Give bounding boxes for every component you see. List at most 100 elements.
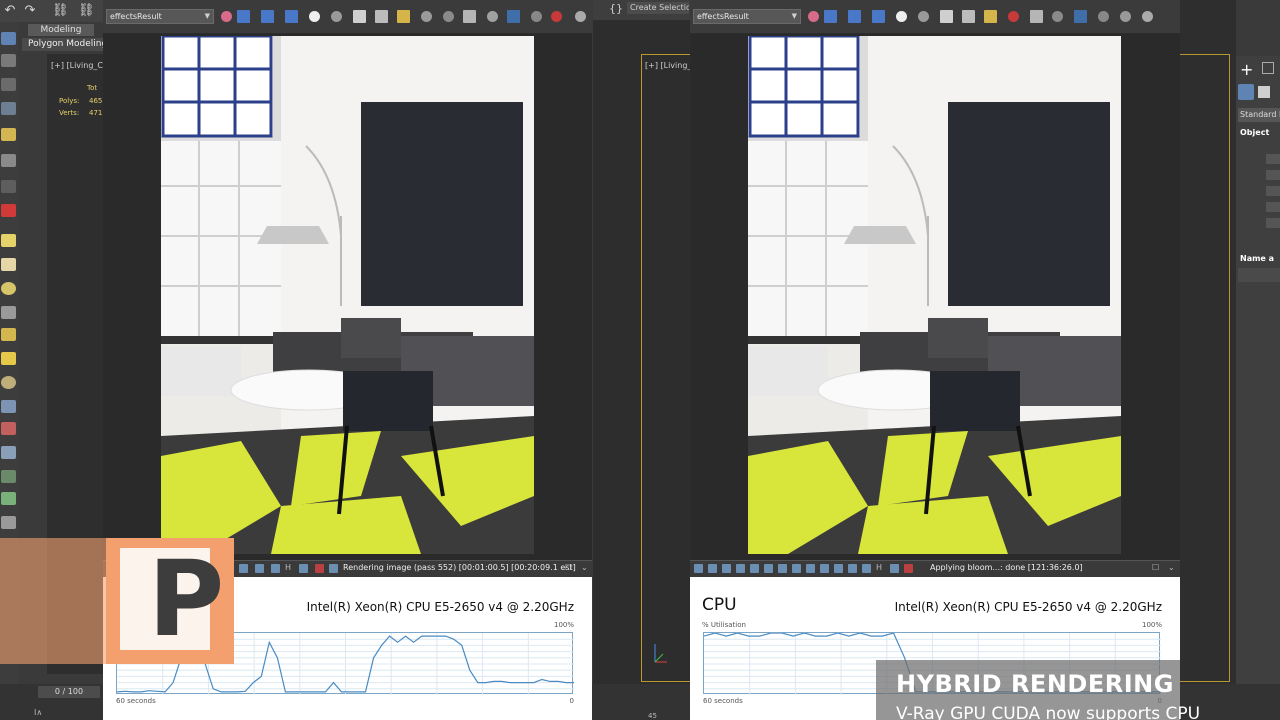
viewport-label[interactable]: [+] [Living_C (51, 61, 103, 70)
tool-icon[interactable] (1, 154, 16, 167)
tool-icon[interactable] (1, 78, 16, 91)
undo-icon[interactable]: ↶ (2, 3, 18, 19)
name-field[interactable] (1238, 268, 1280, 282)
object-button[interactable] (1266, 170, 1280, 180)
tool-icon[interactable] (1, 234, 16, 247)
tool-icon[interactable] (1, 516, 16, 529)
tool-icon[interactable] (1, 128, 16, 141)
status-icon[interactable] (792, 564, 801, 573)
sphere-icon[interactable] (421, 11, 432, 22)
status-icon[interactable] (862, 564, 871, 573)
render-icon[interactable] (1098, 11, 1109, 22)
alpha-icon[interactable] (309, 11, 320, 22)
status-icon[interactable] (750, 564, 759, 573)
status-h-icon[interactable]: H (285, 563, 291, 572)
tool-icon[interactable] (1, 102, 16, 115)
settings-icon[interactable] (575, 11, 586, 22)
expand-icon[interactable]: ⌄ (581, 563, 588, 572)
create-selection-field[interactable]: Create Selection (627, 2, 689, 14)
viewport-label[interactable]: [+] [Living_ (645, 61, 691, 70)
tool-icon[interactable] (1, 422, 16, 435)
monitor-icon[interactable] (1074, 10, 1087, 23)
color-channel-icon[interactable] (221, 11, 232, 22)
expand-icon[interactable]: ⌄ (1168, 563, 1175, 572)
lens-icon[interactable] (487, 11, 498, 22)
object-button[interactable] (1266, 202, 1280, 212)
save-icon[interactable] (353, 10, 366, 23)
status-icon[interactable] (255, 564, 264, 573)
script-icon[interactable]: {} (609, 2, 623, 15)
status-icon[interactable] (299, 564, 308, 573)
status-icon[interactable] (834, 564, 843, 573)
settings-icon[interactable] (1142, 11, 1153, 22)
tool-icon[interactable] (1, 54, 16, 67)
status-icon[interactable] (806, 564, 815, 573)
green-channel-icon[interactable] (848, 10, 861, 23)
right-viewport[interactable] (1180, 0, 1236, 720)
status-icon[interactable] (736, 564, 745, 573)
status-icon[interactable] (890, 564, 899, 573)
object-button[interactable] (1266, 186, 1280, 196)
frame-counter[interactable]: 0 / 100 (38, 686, 100, 698)
status-icon[interactable] (315, 564, 324, 573)
tool-icon[interactable] (1, 446, 16, 459)
lens-icon[interactable] (1120, 11, 1131, 22)
tool-icon[interactable] (1, 204, 16, 217)
status-icon[interactable] (848, 564, 857, 573)
tool-icon[interactable] (1, 376, 16, 389)
unlink-icon[interactable]: ⛓ (78, 3, 95, 19)
middle-viewport[interactable]: [+] [Living_ (593, 0, 691, 720)
status-icon[interactable] (708, 564, 717, 573)
tangent-icon[interactable]: I∧ (34, 708, 42, 717)
load-icon[interactable] (375, 10, 388, 23)
tool-icon[interactable] (1, 492, 16, 505)
mono-icon[interactable] (331, 11, 342, 22)
stop-icon[interactable] (551, 11, 562, 22)
create-plus-icon[interactable]: + (1240, 60, 1253, 79)
blue-channel-icon[interactable] (872, 10, 885, 23)
status-icon[interactable] (820, 564, 829, 573)
tool-icon[interactable] (1, 258, 16, 271)
geometry-icon[interactable] (1238, 84, 1254, 100)
object-type-dropdown[interactable]: Standard P (1238, 108, 1280, 122)
channel-select[interactable]: effectsResult ▼ (693, 9, 801, 24)
region-icon[interactable] (1052, 11, 1063, 22)
status-icon[interactable] (239, 564, 248, 573)
redo-icon[interactable]: ↷ (22, 3, 38, 19)
load-icon[interactable] (962, 10, 975, 23)
alpha-icon[interactable] (896, 11, 907, 22)
shapes-icon[interactable] (1258, 86, 1270, 98)
modeling-tab[interactable]: Modeling (28, 24, 94, 36)
copy-icon[interactable]: ☐ (1152, 563, 1159, 572)
clear-icon[interactable] (397, 10, 410, 23)
link-icon[interactable]: ⛓ (52, 3, 69, 19)
modify-icon[interactable] (1262, 62, 1274, 74)
tool-icon[interactable] (1, 180, 16, 193)
status-icon[interactable] (722, 564, 731, 573)
copy-icon[interactable]: ☐ (565, 563, 572, 572)
tool-icon[interactable] (1, 470, 16, 483)
object-button[interactable] (1266, 154, 1280, 164)
object-button[interactable] (1266, 218, 1280, 228)
status-icon[interactable] (329, 564, 338, 573)
tool-icon[interactable] (1, 306, 16, 319)
status-icon[interactable] (694, 564, 703, 573)
render-icon[interactable] (531, 11, 542, 22)
grid-icon[interactable] (1030, 10, 1043, 23)
tool-icon[interactable] (1, 32, 16, 45)
channel-select[interactable]: effectsResult ▼ (106, 9, 214, 24)
grid-icon[interactable] (463, 10, 476, 23)
status-icon[interactable] (778, 564, 787, 573)
color-channel-icon[interactable] (808, 11, 819, 22)
polygon-modeling-panel[interactable]: Polygon Modeling (22, 38, 104, 51)
tool-icon[interactable] (1, 282, 16, 295)
status-icon[interactable] (271, 564, 280, 573)
status-icon[interactable] (904, 564, 913, 573)
red-channel-icon[interactable] (237, 10, 250, 23)
tool-icon[interactable] (1, 328, 16, 341)
region-icon[interactable] (443, 11, 454, 22)
tool-icon[interactable] (1, 352, 16, 365)
stop-icon[interactable] (1008, 11, 1019, 22)
blue-channel-icon[interactable] (285, 10, 298, 23)
red-channel-icon[interactable] (824, 10, 837, 23)
